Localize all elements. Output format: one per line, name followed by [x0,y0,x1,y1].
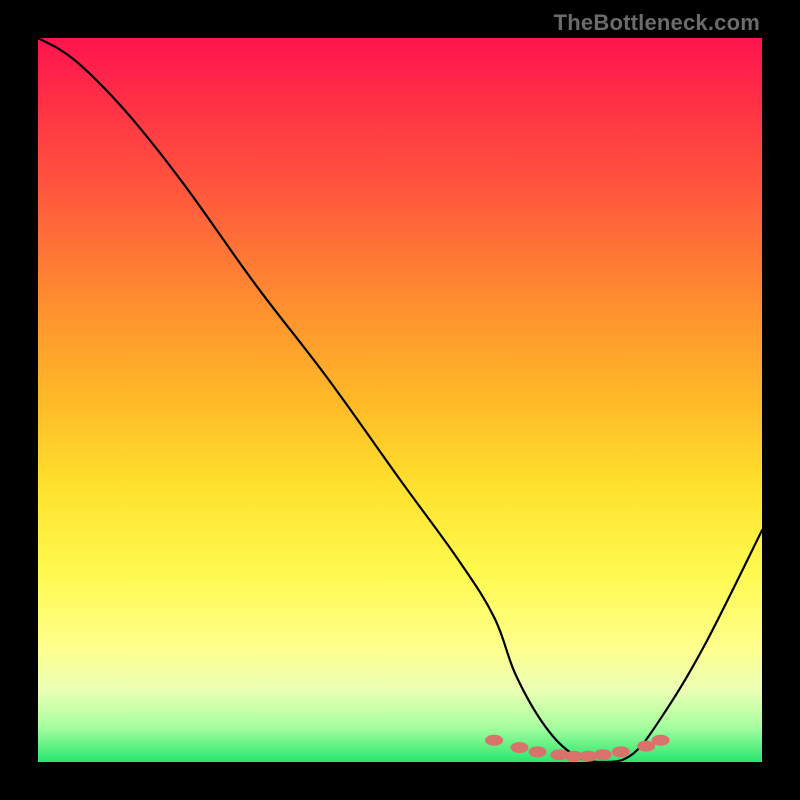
marker-dot [529,746,547,757]
marker-dot [594,749,612,760]
marker-dot [485,735,503,746]
optimal-range-dots [485,735,670,762]
bottleneck-curve [38,38,762,762]
curve-layer [38,38,762,762]
marker-dot [612,746,630,757]
plot-area [38,38,762,762]
watermark-text: TheBottleneck.com [554,10,760,36]
marker-dot [652,735,670,746]
marker-dot [510,742,528,753]
chart-frame: TheBottleneck.com [0,0,800,800]
